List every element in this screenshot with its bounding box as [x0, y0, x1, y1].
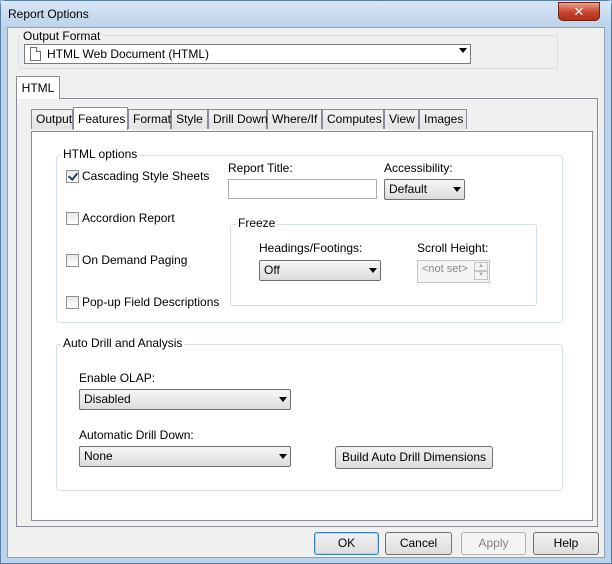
- chevron-down-icon: [459, 48, 467, 53]
- chevron-down-icon: [453, 187, 461, 192]
- spin-up-icon[interactable]: ▲: [474, 262, 488, 271]
- tab-label: Images: [424, 112, 464, 126]
- cascading-style-sheets-checkbox[interactable]: [66, 170, 79, 183]
- report-title-label: Report Title:: [228, 161, 293, 175]
- tab-where-if[interactable]: Where/If: [267, 109, 322, 129]
- tab-label: Style: [176, 112, 203, 126]
- scroll-height-spinner[interactable]: <not set> ▲ ▼: [417, 260, 490, 283]
- close-icon: ✕: [573, 4, 585, 19]
- enable-olap-select[interactable]: Disabled: [79, 389, 291, 410]
- cancel-button[interactable]: Cancel: [385, 532, 452, 555]
- tab-label: Computes: [327, 112, 382, 126]
- tab-style[interactable]: Style: [171, 109, 208, 129]
- apply-label: Apply: [478, 536, 509, 550]
- tab-label: View: [389, 112, 415, 126]
- tab-drill-down[interactable]: Drill Down: [208, 109, 268, 129]
- tab-view[interactable]: View: [384, 109, 419, 129]
- ok-button[interactable]: OK: [314, 532, 379, 555]
- headings-footings-select[interactable]: Off: [259, 260, 381, 281]
- tab-label: Output: [36, 112, 73, 126]
- html-options-label: HTML options: [61, 147, 140, 161]
- dialog-body: Output Format HTML Web Document (HTML) H…: [7, 27, 605, 558]
- help-button[interactable]: Help: [533, 532, 599, 555]
- output-format-select[interactable]: HTML Web Document (HTML): [24, 44, 471, 64]
- spin-down-icon[interactable]: ▼: [474, 271, 488, 280]
- automatic-drill-down-value: None: [84, 449, 113, 463]
- window-title: Report Options: [8, 7, 89, 21]
- scroll-height-value: <not set>: [422, 263, 468, 275]
- tab-label: Where/If: [272, 112, 318, 126]
- popup-field-descriptions-label: Pop-up Field Descriptions: [82, 295, 220, 309]
- auto-drill-label: Auto Drill and Analysis: [61, 336, 185, 350]
- title-bar[interactable]: Report Options ✕: [1, 1, 611, 27]
- tab-label: Features: [78, 112, 126, 126]
- output-format-value: HTML Web Document (HTML): [47, 47, 210, 61]
- ok-label: OK: [337, 536, 356, 550]
- scroll-height-label: Scroll Height:: [417, 241, 489, 255]
- tab-output[interactable]: Output: [31, 109, 73, 129]
- report-options-window: Report Options ✕ Output Format HTML Web …: [0, 0, 612, 564]
- report-title-input[interactable]: [228, 179, 377, 199]
- chevron-down-icon: [279, 397, 287, 402]
- tab-features[interactable]: Features: [73, 107, 128, 130]
- build-auto-drill-dimensions-label: Build Auto Drill Dimensions: [341, 450, 487, 464]
- accessibility-value: Default: [389, 182, 428, 196]
- accordion-report-label: Accordion Report: [82, 211, 175, 225]
- accessibility-select[interactable]: Default: [384, 179, 465, 200]
- headings-footings-value: Off: [264, 263, 280, 277]
- cascading-style-sheets-label: Cascading Style Sheets: [82, 169, 210, 183]
- on-demand-paging-checkbox[interactable]: [66, 254, 79, 267]
- spin-buttons: ▲ ▼: [474, 262, 488, 281]
- close-button[interactable]: ✕: [558, 2, 600, 21]
- enable-olap-value: Disabled: [84, 392, 131, 406]
- tab-computes[interactable]: Computes: [322, 109, 384, 129]
- tab-images[interactable]: Images: [419, 109, 467, 129]
- accordion-report-checkbox[interactable]: [66, 212, 79, 225]
- tab-html-label: HTML: [21, 81, 55, 95]
- apply-button[interactable]: Apply: [461, 532, 526, 555]
- headings-footings-label: Headings/Footings:: [259, 241, 363, 255]
- tab-html[interactable]: HTML: [16, 76, 60, 99]
- tab-label: Drill Down: [213, 112, 268, 126]
- document-icon: [30, 47, 41, 61]
- build-auto-drill-dimensions-button[interactable]: Build Auto Drill Dimensions: [335, 446, 493, 469]
- on-demand-paging-label: On Demand Paging: [82, 253, 188, 267]
- accessibility-label: Accessibility:: [384, 161, 453, 175]
- tab-format[interactable]: Format: [128, 109, 171, 129]
- chevron-down-icon: [369, 268, 377, 273]
- inner-tab-strip: Output Features Format Style Drill Down …: [31, 107, 591, 133]
- output-format-label: Output Format: [21, 29, 103, 43]
- chevron-down-icon: [279, 454, 287, 459]
- help-label: Help: [553, 536, 579, 550]
- cancel-label: Cancel: [399, 536, 438, 550]
- automatic-drill-down-select[interactable]: None: [79, 446, 291, 467]
- html-tab-panel: Output Features Format Style Drill Down …: [16, 98, 598, 527]
- automatic-drill-down-label: Automatic Drill Down:: [79, 428, 194, 442]
- freeze-label: Freeze: [236, 216, 278, 230]
- enable-olap-label: Enable OLAP:: [79, 371, 156, 385]
- popup-field-descriptions-checkbox[interactable]: [66, 296, 79, 309]
- tab-label: Format: [133, 112, 172, 126]
- features-tab-panel: HTML options Cascading Style Sheets Acco…: [31, 131, 593, 521]
